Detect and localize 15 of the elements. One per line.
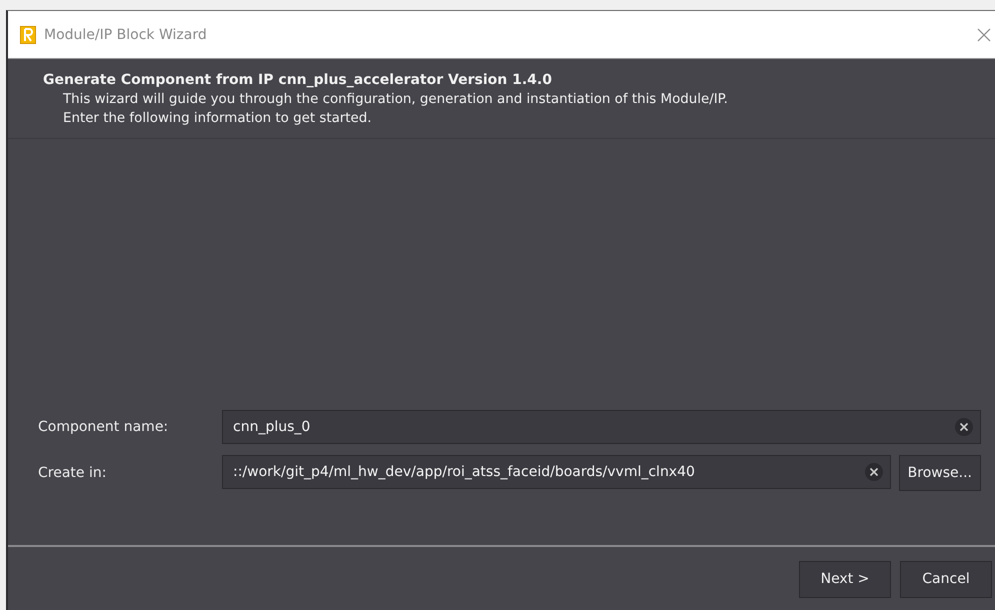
clear-icon[interactable] [954, 417, 974, 437]
browse-button[interactable]: Browse... [898, 455, 981, 491]
name-field[interactable]: cnn_plus_0 [222, 410, 981, 444]
close-icon[interactable] [977, 28, 991, 42]
wizard-description: This wizard will guide you through the configuration, generation and instantiation of this Module/IP. [62, 91, 729, 109]
field-label: Create in: [38, 465, 108, 481]
wizard-heading: Generate Component from IP cnn_plus_accelerator Version 1.4.0 [43, 71, 553, 90]
clear-icon[interactable] [864, 462, 884, 482]
wizard-instruction: Enter the following information to get started. [62, 110, 373, 128]
path-field[interactable]: ::/work/git_p4/ml_hw_dev/app/roi_atss_faceid/boards/vvml_clnx40 [222, 455, 891, 489]
next-button[interactable]: Next > [799, 560, 891, 598]
window-title: Module/IP Block Wizard [44, 26, 208, 42]
cancel-button[interactable]: Cancel [900, 560, 992, 598]
field-label: Component name: [38, 419, 170, 435]
app-logo-icon [20, 26, 36, 44]
